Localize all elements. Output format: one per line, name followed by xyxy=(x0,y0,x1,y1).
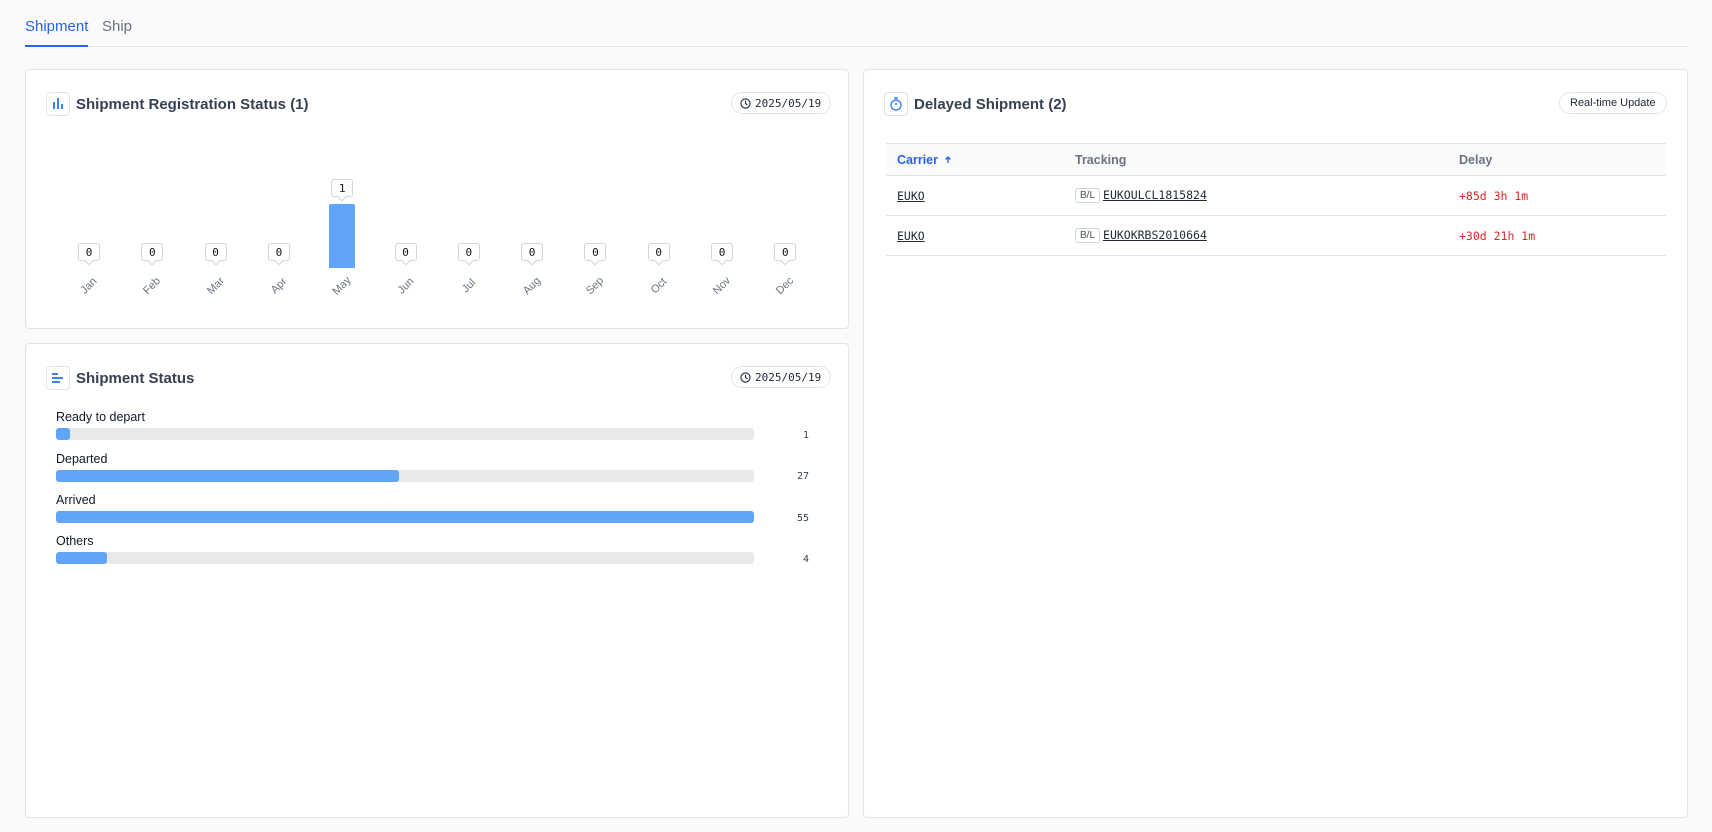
month-label-jan: Jan xyxy=(78,275,100,297)
month-label-oct: Oct xyxy=(648,275,669,297)
delay-value: +30d 21h 1m xyxy=(1459,228,1536,243)
status-fill-others xyxy=(56,552,107,564)
column-carrier-label: Carrier xyxy=(897,152,938,167)
top-tabs: Shipment Ship xyxy=(25,0,1688,47)
status-track-arrived xyxy=(56,511,754,523)
tracking-link[interactable]: EUKOKRBS2010664 xyxy=(1103,228,1207,242)
bar-value-label: 0 xyxy=(521,243,544,261)
bar-value-label: 1 xyxy=(331,179,354,197)
status-label-departed: Departed xyxy=(56,452,108,466)
column-carrier[interactable]: Carrier xyxy=(886,143,1064,176)
delay-value: +85d 3h 1m xyxy=(1459,188,1529,203)
status-track-departed xyxy=(56,470,754,482)
status-count-ready: 1 xyxy=(802,430,809,441)
month-label-dec: Dec xyxy=(774,274,797,298)
month-label-apr: Apr xyxy=(268,275,290,297)
tracking-link[interactable]: EUKOULCL1815824 xyxy=(1103,188,1207,202)
bl-tag: B/L xyxy=(1075,228,1101,244)
carrier-link[interactable]: EUKO xyxy=(897,189,925,203)
bl-tag: B/L xyxy=(1075,188,1101,204)
status-date: 2025/05/19 xyxy=(755,370,822,384)
tab-shipment[interactable]: Shipment xyxy=(25,18,89,47)
table-header-row: Carrier Tracking Delay xyxy=(886,143,1666,176)
carrier-link[interactable]: EUKO xyxy=(897,229,925,243)
bar-value-label: 0 xyxy=(457,243,480,261)
status-count-others: 4 xyxy=(802,554,809,565)
table-row: EUKO B/L EUKOULCL1815824 +85d 3h 1m xyxy=(886,175,1666,216)
month-label-may: May xyxy=(330,274,354,298)
bar-may[interactable] xyxy=(329,204,356,268)
status-count-arrived: 55 xyxy=(796,513,809,524)
horizontal-bars-icon xyxy=(46,366,70,390)
month-label-jul: Jul xyxy=(459,276,479,296)
delayed-card: Delayed Shipment (2) Real-time Update Ca… xyxy=(863,69,1688,818)
month-label-mar: Mar xyxy=(204,275,227,297)
bar-value-label: 0 xyxy=(584,243,607,261)
carrier-cell: EUKO xyxy=(886,215,1064,256)
bar-value-label: 0 xyxy=(711,243,733,261)
tracking-cell: B/L EUKOKRBS2010664 xyxy=(1064,215,1448,256)
status-track-others xyxy=(56,552,754,564)
bar-value-label: 0 xyxy=(774,243,797,261)
month-label-sep: Sep xyxy=(584,274,607,298)
delay-cell: +30d 21h 1m xyxy=(1448,215,1666,256)
month-label-nov: Nov xyxy=(710,274,734,298)
bar-value-label: 0 xyxy=(647,243,670,261)
month-label-aug: Aug xyxy=(520,274,544,298)
status-card: Shipment Status 2025/05/19 Ready to depa… xyxy=(25,343,849,818)
delay-cell: +85d 3h 1m xyxy=(1448,175,1666,216)
clock-icon xyxy=(740,371,751,383)
bar-value-label: 0 xyxy=(141,243,164,261)
bar-value-label: 0 xyxy=(394,243,417,261)
delayed-title: Delayed Shipment (2) xyxy=(914,96,1067,113)
status-label-arrived: Arrived xyxy=(56,493,96,507)
status-fill-arrived xyxy=(56,511,754,523)
status-label-ready: Ready to depart xyxy=(56,410,145,424)
registration-card: Shipment Registration Status (1) 2025/05… xyxy=(25,69,849,329)
carrier-cell: EUKO xyxy=(886,175,1064,216)
status-date-badge: 2025/05/19 xyxy=(731,366,832,388)
status-label-others: Others xyxy=(56,534,94,548)
month-label-jun: Jun xyxy=(394,275,417,297)
status-fill-ready xyxy=(56,428,70,440)
status-count-departed: 27 xyxy=(796,471,809,482)
bar-value-label: 0 xyxy=(267,243,290,261)
realtime-update-badge[interactable]: Real-time Update xyxy=(1559,92,1667,114)
monthly-bar-chart: 0 Jan 0 Feb 0 Mar 0 Apr 1 May 0 Jun 0 Jul 0 Aug 0 Sep 0 Oct… xyxy=(26,70,848,328)
tracking-cell: B/L EUKOULCL1815824 xyxy=(1064,175,1448,216)
column-delay[interactable]: Delay xyxy=(1448,143,1666,176)
bar-value-label: 0 xyxy=(78,243,100,261)
status-title: Shipment Status xyxy=(76,370,195,387)
column-tracking[interactable]: Tracking xyxy=(1064,143,1448,176)
realtime-update-label: Real-time Update xyxy=(1570,97,1656,109)
status-track-ready xyxy=(56,428,754,440)
delayed-table: Carrier Tracking Delay EUKO B/L EUKOULCL1… xyxy=(886,143,1666,256)
table-row: EUKO B/L EUKOKRBS2010664 +30d 21h 1m xyxy=(886,215,1666,256)
status-fill-departed xyxy=(56,470,399,482)
month-label-feb: Feb xyxy=(141,275,164,297)
stopwatch-icon xyxy=(884,92,908,116)
arrow-up-icon xyxy=(945,156,952,164)
tab-ship[interactable]: Ship xyxy=(102,18,132,45)
bar-value-label: 0 xyxy=(204,243,227,261)
